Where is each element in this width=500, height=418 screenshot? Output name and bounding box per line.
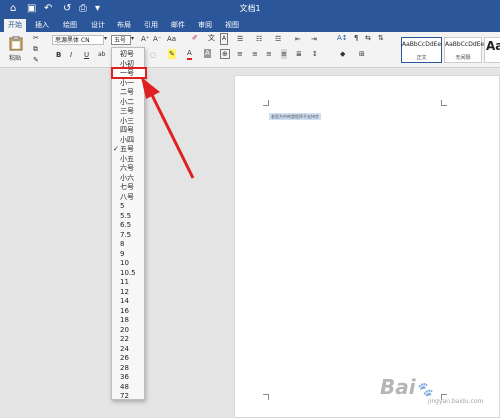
arrow-head (141, 77, 160, 99)
watermark-logo: Bai🐾 (380, 375, 434, 399)
watermark-text: Bai (380, 375, 416, 399)
annotation-arrow (141, 77, 195, 179)
arrow-shaft (150, 94, 195, 179)
watermark-subtext: jingyan.baidu.com (428, 398, 484, 405)
